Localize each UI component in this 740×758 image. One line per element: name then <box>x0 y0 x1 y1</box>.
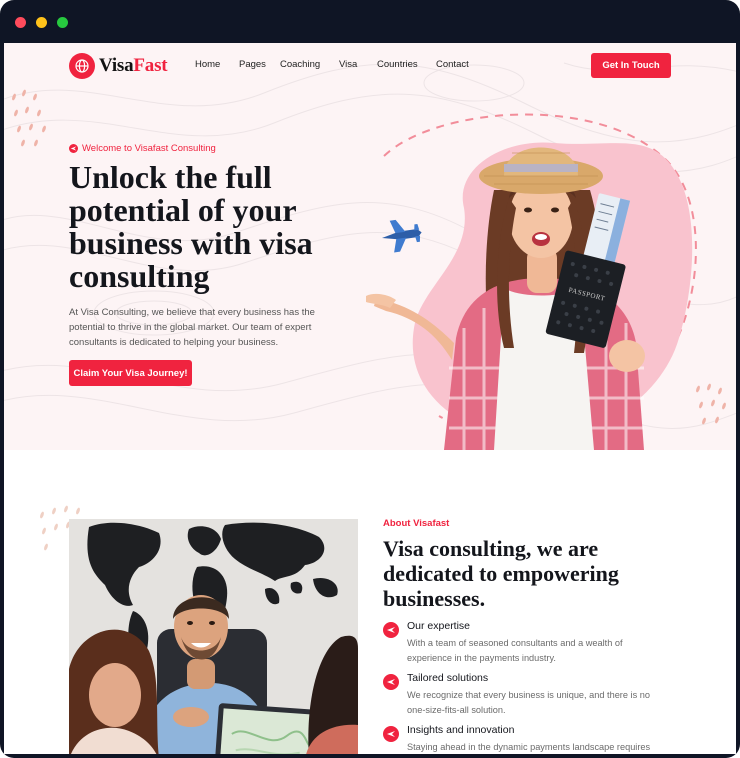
feature-text: We recognize that every business is uniq… <box>407 690 650 715</box>
feature-title: Our expertise <box>407 620 471 632</box>
about-eyebrow: About Visafast <box>383 518 450 529</box>
plane-icon <box>383 622 399 638</box>
hero-section: VisaFast Home Pages Coaching Visa Countr… <box>4 43 736 450</box>
plane-icon <box>383 726 399 742</box>
decorative-drops-left <box>8 83 52 158</box>
nav-item-countries[interactable]: Countries <box>377 59 418 70</box>
consulting-meeting-photo <box>69 519 358 754</box>
nav-item-pages[interactable]: Pages <box>239 59 266 70</box>
hero-illustration: PASSPORT <box>366 113 697 450</box>
nav-item-visa[interactable]: Visa <box>339 59 357 70</box>
nav-item-home[interactable]: Home <box>195 59 220 70</box>
brand-logo[interactable]: VisaFast <box>69 53 168 79</box>
globe-icon <box>69 53 95 79</box>
plane-icon <box>69 144 78 153</box>
feature-title: Tailored solutions <box>407 672 489 684</box>
feature-title: Insights and innovation <box>407 724 515 736</box>
about-title: Visa consulting, we are dedicated to emp… <box>383 536 619 611</box>
page-viewport: VisaFast Home Pages Coaching Visa Countr… <box>4 43 736 754</box>
hero-description: At Visa Consulting, we believe that ever… <box>69 307 315 348</box>
maximize-window-dot[interactable] <box>57 17 68 28</box>
feature-text: With a team of seasoned consultants and … <box>407 638 623 663</box>
brand-name: VisaFast <box>99 55 168 77</box>
nav-item-contact[interactable]: Contact <box>436 59 469 70</box>
plane-icon <box>382 219 422 253</box>
close-window-dot[interactable] <box>15 17 26 28</box>
brand-name-part1: Visa <box>99 55 134 76</box>
hero-eyebrow-text: Welcome to Visafast Consulting <box>82 143 216 154</box>
get-in-touch-button[interactable]: Get In Touch <box>591 53 671 78</box>
nav-item-coaching[interactable]: Coaching <box>280 59 320 70</box>
brand-name-part2: Fast <box>133 55 168 76</box>
browser-window: VisaFast Home Pages Coaching Visa Countr… <box>0 0 740 758</box>
feature-text: Staying ahead in the dynamic payments la… <box>407 742 651 752</box>
plane-icon <box>383 674 399 690</box>
hero-title: Unlock the full potential of your busine… <box>69 159 313 294</box>
hero-eyebrow: Welcome to Visafast Consulting <box>69 143 216 154</box>
minimize-window-dot[interactable] <box>36 17 47 28</box>
claim-visa-journey-button[interactable]: Claim Your Visa Journey! <box>69 360 192 386</box>
